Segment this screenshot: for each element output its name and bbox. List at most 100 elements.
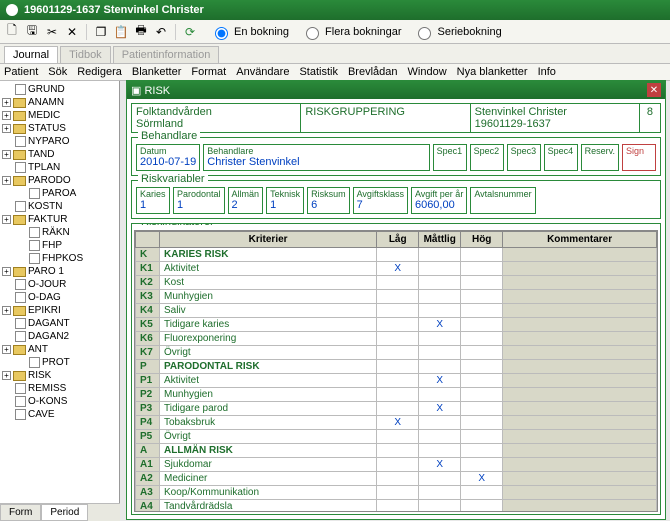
tree-item-grund[interactable]: GRUND <box>2 83 117 96</box>
bottom-tab-period[interactable]: Period <box>41 504 88 521</box>
menu-statistik[interactable]: Statistik <box>299 66 338 78</box>
table-row[interactable]: A3Koop/Kommunikation <box>136 486 657 500</box>
copy-icon[interactable]: ❐ <box>93 24 109 40</box>
tree-item-paroa[interactable]: PAROA <box>2 187 117 200</box>
undo-icon[interactable]: ↶ <box>153 24 169 40</box>
menu-format[interactable]: Format <box>191 66 226 78</box>
tree-item-o-jour[interactable]: O-JOUR <box>2 278 117 291</box>
new-icon[interactable]: 🗋 <box>4 24 20 40</box>
field-parodontal[interactable]: Parodontal1 <box>173 187 225 214</box>
tree-item-parodo[interactable]: +PARODO <box>2 174 117 187</box>
bottom-tab-form[interactable]: Form <box>0 504 41 521</box>
tab-tidbok[interactable]: Tidbok <box>60 46 111 63</box>
table-row[interactable]: P1AktivitetX <box>136 374 657 388</box>
menu-redigera[interactable]: Redigera <box>77 66 122 78</box>
expand-icon[interactable]: + <box>2 124 11 133</box>
table-row[interactable]: P2Munhygien <box>136 388 657 402</box>
expand-icon[interactable]: + <box>2 111 11 120</box>
radio-en-bokning[interactable]: En bokning <box>210 24 289 40</box>
menu-blanketter[interactable]: Blanketter <box>132 66 182 78</box>
field-sign[interactable]: Sign <box>622 144 656 171</box>
tree-item-paro 1[interactable]: +PARO 1 <box>2 265 117 278</box>
menu-nya blanketter[interactable]: Nya blanketter <box>457 66 528 78</box>
table-row[interactable]: K1AktivitetX <box>136 262 657 276</box>
expand-icon[interactable]: + <box>2 306 11 315</box>
expand-icon[interactable]: + <box>2 215 11 224</box>
field-datum[interactable]: Datum2010-07-19 <box>136 144 200 171</box>
field-behandlare[interactable]: BehandlareChrister Stenvinkel <box>203 144 429 171</box>
tab-patientinfo[interactable]: Patientinformation <box>113 46 220 63</box>
field-avgiftsklass[interactable]: Avgiftsklass7 <box>353 187 408 214</box>
tree-item-medic[interactable]: +MEDIC <box>2 109 117 122</box>
paste-icon[interactable]: 📋 <box>113 24 129 40</box>
expand-icon[interactable]: + <box>2 371 11 380</box>
field-allm-n[interactable]: Allmän2 <box>228 187 264 214</box>
expand-icon[interactable]: + <box>2 345 11 354</box>
field-teknisk[interactable]: Teknisk1 <box>266 187 304 214</box>
table-row[interactable]: AALLMÄN RISK <box>136 444 657 458</box>
expand-icon[interactable]: + <box>2 98 11 107</box>
tree-item-anamn[interactable]: +ANAMN <box>2 96 117 109</box>
field-karies[interactable]: Karies1 <box>136 187 170 214</box>
print-icon[interactable]: 🖶 <box>133 24 149 40</box>
tree-item-epikri[interactable]: +EPIKRI <box>2 304 117 317</box>
expand-icon[interactable]: + <box>2 176 11 185</box>
radio-seriebokning[interactable]: Seriebokning <box>413 24 501 40</box>
field-avgift-per-r[interactable]: Avgift per år6060,00 <box>411 187 467 214</box>
table-row[interactable]: P4TobaksbrukX <box>136 416 657 430</box>
table-row[interactable]: A2MedicinerX <box>136 472 657 486</box>
menu-användare[interactable]: Användare <box>236 66 289 78</box>
nav-tree[interactable]: GRUND+ANAMN+MEDIC+STATUSNYPARO+TANDTPLAN… <box>0 81 120 520</box>
table-row[interactable]: PPARODONTAL RISK <box>136 360 657 374</box>
tree-item-o-dag[interactable]: O-DAG <box>2 291 117 304</box>
tree-item-remiss[interactable]: REMISS <box>2 382 117 395</box>
close-icon[interactable]: ✕ <box>64 24 80 40</box>
field-spec2[interactable]: Spec2 <box>470 144 504 171</box>
tree-item-räkn[interactable]: RÄKN <box>2 226 117 239</box>
tree-item-fhpkos[interactable]: FHPKOS <box>2 252 117 265</box>
table-row[interactable]: K5Tidigare kariesX <box>136 318 657 332</box>
table-row[interactable]: A4Tandvårdrädsla <box>136 500 657 513</box>
table-row[interactable]: P5Övrigt <box>136 430 657 444</box>
tab-journal[interactable]: Journal <box>4 46 58 63</box>
field-avtalsnummer[interactable]: Avtalsnummer <box>470 187 535 214</box>
save-icon[interactable]: 🖫 <box>24 24 40 40</box>
tree-item-fhp[interactable]: FHP <box>2 239 117 252</box>
expand-icon[interactable]: + <box>2 150 11 159</box>
menu-window[interactable]: Window <box>408 66 447 78</box>
table-row[interactable]: KKARIES RISK <box>136 248 657 262</box>
field-spec1[interactable]: Spec1 <box>433 144 467 171</box>
tree-item-risk[interactable]: +RISK <box>2 369 117 382</box>
close-icon[interactable]: ✕ <box>647 83 661 97</box>
menu-sök[interactable]: Sök <box>48 66 67 78</box>
table-row[interactable]: P3Tidigare parodX <box>136 402 657 416</box>
tree-item-kostn[interactable]: KOSTN <box>2 200 117 213</box>
table-row[interactable]: A1SjukdomarX <box>136 458 657 472</box>
tree-item-ant[interactable]: +ANT <box>2 343 117 356</box>
table-row[interactable]: K3Munhygien <box>136 290 657 304</box>
tree-item-dagan2[interactable]: DAGAN2 <box>2 330 117 343</box>
table-row[interactable]: K6Fluorexponering <box>136 332 657 346</box>
tree-item-tplan[interactable]: TPLAN <box>2 161 117 174</box>
field-reserv-[interactable]: Reserv. <box>581 144 619 171</box>
refresh-icon[interactable]: ⟳ <box>182 24 198 40</box>
menu-info[interactable]: Info <box>538 66 556 78</box>
field-risksum[interactable]: Risksum6 <box>307 187 350 214</box>
expand-icon[interactable]: + <box>2 267 11 276</box>
field-spec4[interactable]: Spec4 <box>544 144 578 171</box>
radio-flera-bokningar[interactable]: Flera bokningar <box>301 24 401 40</box>
table-row[interactable]: K2Kost <box>136 276 657 290</box>
menu-brevlådan[interactable]: Brevlådan <box>348 66 398 78</box>
tree-item-cave[interactable]: CAVE <box>2 408 117 421</box>
field-spec3[interactable]: Spec3 <box>507 144 541 171</box>
tree-item-o-kons[interactable]: O-KONS <box>2 395 117 408</box>
menu-patient[interactable]: Patient <box>4 66 38 78</box>
tree-item-tand[interactable]: +TAND <box>2 148 117 161</box>
tree-item-faktur[interactable]: +FAKTUR <box>2 213 117 226</box>
tree-item-status[interactable]: +STATUS <box>2 122 117 135</box>
cut-icon[interactable]: ✂ <box>44 24 60 40</box>
table-row[interactable]: K7Övrigt <box>136 346 657 360</box>
table-row[interactable]: K4Saliv <box>136 304 657 318</box>
tree-item-prot[interactable]: PROT <box>2 356 117 369</box>
tree-item-dagant[interactable]: DAGANT <box>2 317 117 330</box>
